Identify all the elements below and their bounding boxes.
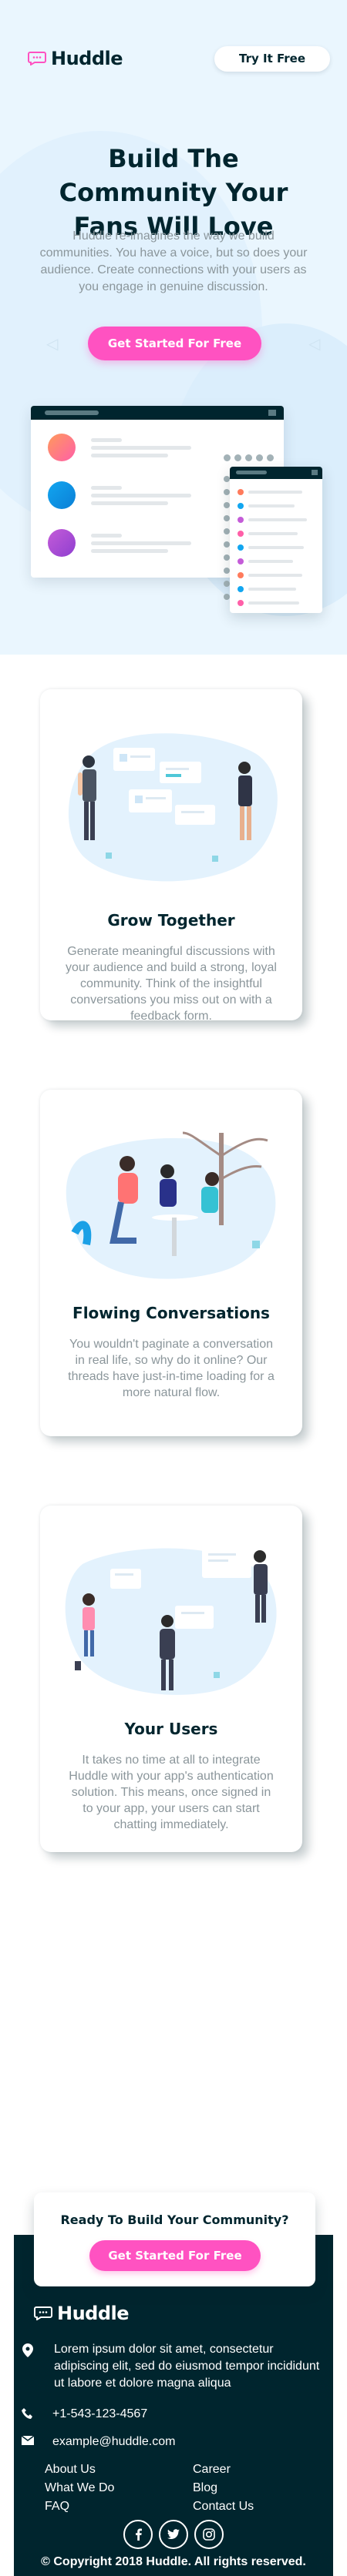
footer-link-about-us[interactable]: About Us (45, 2463, 96, 2477)
email-text[interactable]: example@huddle.com (52, 2434, 175, 2450)
footer-link-career[interactable]: Career (193, 2463, 231, 2477)
cta-title: Ready To Build Your Community? (60, 2213, 289, 2227)
flowing-conversations-illustration (59, 1110, 283, 1295)
app-mockup-mobile (230, 467, 322, 613)
features-section: Grow Together Generate meaningful discus… (0, 655, 347, 2310)
top-nav: Huddle Try It Free (28, 45, 330, 72)
feature-card: Grow Together Generate meaningful discus… (40, 689, 302, 1023)
facebook-icon (133, 2528, 143, 2541)
feature-title: Flowing Conversations (72, 1304, 270, 1322)
feature-card: Your Users It takes no time at all to in… (40, 1506, 302, 1852)
grow-together-illustration (59, 709, 283, 894)
instagram-icon (203, 2528, 215, 2541)
logo-text: Huddle (51, 48, 123, 69)
chat-bubble-icon (28, 52, 46, 65)
footer-phone: +1-543-123-4567 (20, 2406, 327, 2423)
chat-bubble-icon (34, 2306, 52, 2320)
your-users-illustration (59, 1526, 283, 1710)
cta-card: Ready To Build Your Community? Get Start… (34, 2192, 315, 2286)
address-text: Lorem ipsum dolor sit amet, consectetur … (54, 2343, 320, 2390)
feature-card: Flowing Conversations You wouldn't pagin… (40, 1090, 302, 1436)
feature-description: You wouldn't paginate a conversation in … (68, 1338, 275, 1399)
mockup-gutter (224, 476, 230, 600)
social-links (123, 2520, 224, 2549)
instagram-link[interactable] (194, 2520, 224, 2549)
hero-section: Huddle Try It Free Build The Community Y… (0, 0, 347, 655)
get-started-button[interactable]: Get Started For Free (88, 327, 261, 360)
footer-logo-text: Huddle (57, 2303, 130, 2324)
footer-link-blog[interactable]: Blog (193, 2481, 217, 2495)
phone-text[interactable]: +1-543-123-4567 (52, 2406, 147, 2423)
facebook-link[interactable] (123, 2520, 153, 2549)
twitter-icon (167, 2529, 180, 2540)
footer-link-what-we-do[interactable]: What We Do (45, 2481, 114, 2495)
email-icon (21, 2436, 35, 2445)
feature-description: It takes no time at all to integrate Hud… (69, 1754, 274, 1831)
footer-link-contact-us[interactable]: Contact Us (193, 2500, 254, 2514)
location-pin-icon (22, 2343, 33, 2357)
feature-description: Generate meaningful discussions with you… (66, 945, 277, 1023)
hero-description: Huddle re-imagines the way we build comm… (39, 229, 308, 293)
phone-icon (22, 2408, 32, 2419)
cta-get-started-button[interactable]: Get Started For Free (89, 2240, 261, 2271)
twitter-link[interactable] (159, 2520, 188, 2549)
footer-logo[interactable]: Huddle (34, 2303, 130, 2324)
feature-title: Grow Together (107, 911, 235, 930)
try-free-button[interactable]: Try It Free (214, 45, 330, 72)
copyright-text: © Copyright 2018 Huddle. All rights rese… (41, 2555, 306, 2568)
triangle-decoration-icon: ◁ (308, 336, 321, 353)
logo[interactable]: Huddle (28, 48, 123, 69)
footer-link-faq[interactable]: FAQ (45, 2500, 69, 2514)
footer-address: Lorem ipsum dolor sit amet, consectetur … (20, 2341, 327, 2392)
feature-title: Your Users (124, 1720, 218, 1738)
mockup-dots (224, 454, 274, 461)
triangle-decoration-icon: ◁ (46, 336, 59, 353)
footer-email: example@huddle.com (20, 2434, 327, 2450)
